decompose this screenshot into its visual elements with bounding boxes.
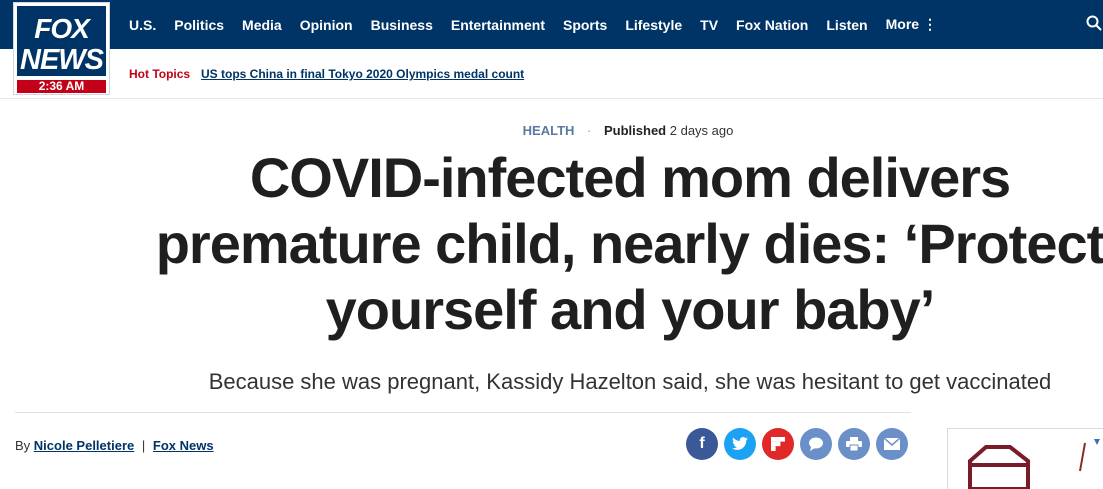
nav-fox-nation[interactable]: Fox Nation <box>736 17 808 33</box>
top-navigation-bar: U.S. Politics Media Opinion Business Ent… <box>0 0 1103 49</box>
article-meta: HEALTH · Published 2 days ago <box>0 123 1103 138</box>
published-time: 2 days ago <box>669 123 734 138</box>
hot-topics-label: Hot Topics <box>129 67 191 81</box>
nav-more[interactable]: More ⋮ <box>886 16 937 33</box>
meta-dot: · <box>587 123 592 138</box>
twitter-share-button[interactable] <box>724 428 756 460</box>
twitter-icon <box>732 437 748 450</box>
logo-fox-text: FOX <box>34 13 90 44</box>
print-share-button[interactable] <box>838 428 870 460</box>
byline: By Nicole Pelletiere | Fox News <box>15 438 214 453</box>
flipboard-share-button[interactable] <box>762 428 794 460</box>
logo-news-text: NEWS <box>20 44 104 76</box>
email-share-button[interactable] <box>876 428 908 460</box>
nav-politics[interactable]: Politics <box>174 17 224 33</box>
logo-time: 2:36 AM <box>17 80 106 93</box>
flipboard-icon <box>771 437 785 451</box>
byline-prefix: By <box>15 438 31 453</box>
nav-tv[interactable]: TV <box>700 17 718 33</box>
advertisement[interactable] <box>947 428 1103 489</box>
main-nav: U.S. Politics Media Opinion Business Ent… <box>120 0 946 49</box>
published-label: Published <box>604 123 667 138</box>
author-link[interactable]: Nicole Pelletiere <box>34 438 134 453</box>
print-icon <box>846 437 862 451</box>
logo-box: FOX NEWS <box>17 6 106 76</box>
nav-us[interactable]: U.S. <box>129 17 156 33</box>
hot-topics-bar: Hot Topics US tops China in final Tokyo … <box>0 49 1103 99</box>
comment-icon <box>809 437 823 451</box>
email-icon <box>884 438 900 450</box>
fox-news-logo[interactable]: FOX NEWS 2:36 AM <box>13 2 110 95</box>
article-subhead: Because she was pregnant, Kassidy Hazelt… <box>208 369 1052 394</box>
nav-entertainment[interactable]: Entertainment <box>451 17 545 33</box>
nav-opinion[interactable]: Opinion <box>300 17 353 33</box>
nav-listen[interactable]: Listen <box>826 17 867 33</box>
facebook-icon: f <box>699 435 705 452</box>
share-buttons: f <box>686 428 908 460</box>
facebook-share-button[interactable]: f <box>686 428 718 460</box>
nav-lifestyle[interactable]: Lifestyle <box>625 17 682 33</box>
nav-business[interactable]: Business <box>371 17 433 33</box>
nav-sports[interactable]: Sports <box>563 17 607 33</box>
search-icon[interactable] <box>1086 15 1102 33</box>
ad-graphic-icon <box>968 439 1100 489</box>
nav-media[interactable]: Media <box>242 17 282 33</box>
article-headline: COVID-infected mom delivers premature ch… <box>155 146 1103 341</box>
hot-topic-link[interactable]: US tops China in final Tokyo 2020 Olympi… <box>201 67 524 81</box>
comments-share-button[interactable] <box>800 428 832 460</box>
divider <box>15 412 911 413</box>
byline-separator: | <box>141 438 146 453</box>
source-link[interactable]: Fox News <box>153 438 214 453</box>
category-label[interactable]: HEALTH <box>523 123 575 138</box>
